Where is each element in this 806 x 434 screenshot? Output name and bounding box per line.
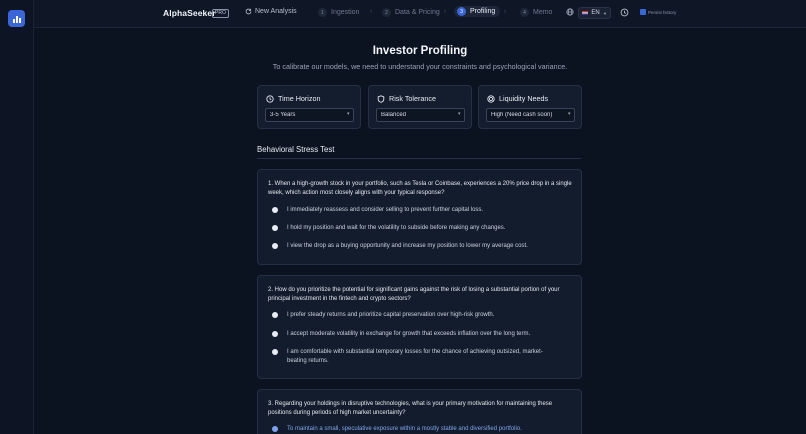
answer-option[interactable]: I immediately reassess and consider sell… [272, 206, 562, 215]
step-memo[interactable]: 4 Memo [520, 8, 552, 17]
radio-button[interactable] [272, 426, 278, 432]
radio-button[interactable] [272, 225, 278, 231]
brand-name: AlphaSeeker [163, 8, 216, 18]
radio-button[interactable] [272, 207, 278, 213]
top-bar: AlphaSeeker PRO New Analysis 1 Ingestion… [34, 0, 806, 28]
shield-icon [377, 94, 385, 103]
radio-button[interactable] [272, 243, 278, 249]
answer-text: I view the drop as a buying opportunity … [287, 243, 528, 249]
history-icon[interactable] [620, 8, 629, 17]
page-title: Investor Profiling [372, 45, 468, 57]
answer-text: I accept moderate volatility in exchange… [287, 331, 531, 337]
question-card-1: 1. When a high-growth stock in your port… [257, 169, 582, 265]
globe-icon [566, 8, 574, 16]
answer-text: I am comfortable with substantial tempor… [287, 349, 543, 364]
answer-text: I immediately reassess and consider sell… [287, 207, 484, 213]
card-label: Time Horizon [278, 94, 321, 103]
step-label: Data & Pricing [395, 9, 440, 16]
step-ingestion[interactable]: 1 Ingestion [318, 8, 359, 17]
question-text: 2. How do you prioritize the potential f… [268, 287, 560, 302]
liquidity-needs-card: Liquidity Needs High (Need cash soon) ▾ [478, 85, 582, 129]
risk-tolerance-select[interactable]: Balanced [376, 108, 465, 122]
question-card-2: 2. How do you prioritize the potential f… [257, 275, 582, 379]
step-number: 3 [457, 7, 466, 16]
step-number: 1 [318, 8, 327, 17]
step-profiling[interactable]: 3 Profiling [454, 6, 501, 17]
page-subtitle: To calibrate our models, we need to unde… [272, 62, 568, 71]
step-number: 4 [520, 8, 529, 17]
radio-button[interactable] [272, 349, 278, 355]
chevron-right-icon: › [504, 9, 506, 15]
step-data-pricing[interactable]: 2 Data & Pricing [382, 8, 440, 17]
answer-option[interactable]: I prefer steady returns and prioritize c… [272, 311, 562, 320]
question-text: 3. Regarding your holdings in disruptive… [268, 401, 553, 416]
risk-tolerance-card: Risk Tolerance Balanced ▾ [368, 85, 472, 129]
answer-option[interactable]: I view the drop as a buying opportunity … [272, 242, 562, 251]
persist-history-label: Persist history [648, 9, 677, 15]
checkbox-checked-icon[interactable] [640, 9, 646, 15]
time-horizon-select[interactable]: 3-5 Years [265, 108, 354, 122]
main-content: Investor Profiling To calibrate our mode… [34, 28, 806, 434]
radio-button[interactable] [272, 312, 278, 318]
step-number: 2 [382, 8, 391, 17]
chevron-right-icon: › [370, 9, 372, 15]
persist-history-toggle[interactable]: Persist history [640, 9, 676, 15]
question-text: 1. When a high-growth stock in your port… [268, 181, 572, 196]
clock-icon [266, 94, 274, 103]
question-card-3: 3. Regarding your holdings in disruptive… [257, 389, 582, 434]
step-label: Memo [533, 9, 553, 16]
flag-icon [582, 11, 588, 15]
answer-option[interactable]: I hold my position and wait for the vola… [272, 224, 562, 233]
left-rail [0, 0, 34, 434]
step-label: Profiling [470, 8, 496, 15]
answer-text: To maintain a small, speculative exposur… [287, 426, 522, 432]
time-horizon-card: Time Horizon 3-5 Years ▾ [257, 85, 361, 129]
answer-text: I hold my position and wait for the vola… [287, 225, 506, 231]
chevron-right-icon: › [444, 9, 446, 15]
language-value: EN [591, 10, 600, 16]
step-label: Ingestion [331, 9, 360, 16]
answer-option[interactable]: I am comfortable with substantial tempor… [272, 348, 548, 365]
card-label: Liquidity Needs [499, 94, 549, 103]
new-analysis-label: New Analysis [255, 8, 297, 15]
pro-badge: PRO [212, 9, 229, 18]
divider [257, 158, 581, 159]
language-select[interactable]: EN ▼ [578, 7, 611, 19]
section-title: Behavioral Stress Test [257, 145, 335, 154]
radio-button[interactable] [272, 331, 278, 337]
answer-option[interactable]: I accept moderate volatility in exchange… [272, 330, 562, 339]
liquidity-needs-select[interactable]: High (Need cash soon) [486, 108, 575, 122]
new-analysis-button[interactable]: New Analysis [245, 8, 297, 15]
answer-text: I prefer steady returns and prioritize c… [287, 312, 495, 318]
refresh-icon [245, 8, 252, 15]
coin-icon [487, 94, 495, 103]
answer-option[interactable]: To maintain a small, speculative exposur… [272, 425, 562, 434]
chevron-down-icon: ▼ [603, 10, 607, 16]
card-label: Risk Tolerance [389, 94, 437, 103]
chart-icon[interactable] [8, 10, 25, 27]
